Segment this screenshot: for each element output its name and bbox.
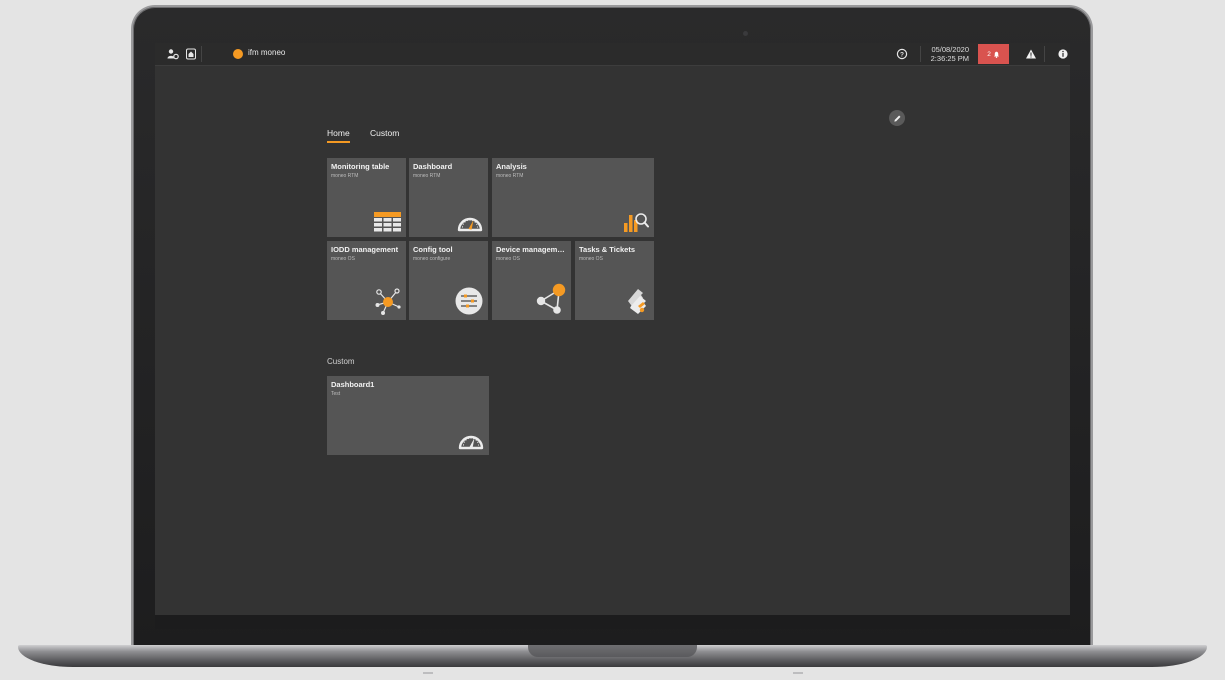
laptop-foot xyxy=(423,672,433,674)
monitoring-table-icon xyxy=(374,212,401,232)
date-text: 05/08/2020 xyxy=(931,45,969,54)
divider xyxy=(201,46,202,62)
tile-subtitle: moneo RTM xyxy=(331,173,359,179)
tile-title: Config tool xyxy=(413,245,453,254)
edit-button[interactable] xyxy=(889,110,905,126)
tile-analysis[interactable]: Analysis moneo RTM xyxy=(492,158,654,237)
help-icon[interactable]: ? xyxy=(896,48,908,60)
tile-tasks-tickets[interactable]: Tasks & Tickets moneo OS xyxy=(575,241,654,320)
laptop-notch xyxy=(528,645,697,657)
section-title-custom: Custom xyxy=(327,357,355,366)
tile-dashboard1[interactable]: Dashboard1 Test xyxy=(327,376,489,455)
divider xyxy=(920,46,921,62)
tile-title: Dashboard xyxy=(413,162,453,171)
tile-monitoring-table[interactable]: Monitoring table moneo RTM xyxy=(327,158,406,237)
tile-subtitle: moneo OS xyxy=(331,256,355,262)
tile-subtitle: Test xyxy=(331,391,341,397)
top-bar: ifm moneo ? 05/08/2020 2:36:25 PM 2 xyxy=(155,43,1070,66)
tile-subtitle: moneo OS xyxy=(579,256,603,262)
tile-device-management[interactable]: Device manageme... moneo OS xyxy=(492,241,571,320)
iodd-network-icon xyxy=(375,288,401,315)
tab-home[interactable]: Home xyxy=(327,128,350,143)
pencil-icon xyxy=(893,115,900,122)
tab-custom[interactable]: Custom xyxy=(370,128,399,138)
app-title[interactable]: ifm moneo xyxy=(248,48,285,57)
notification-count: 2 xyxy=(987,50,991,58)
tile-iodd-management[interactable]: IODD management moneo OS xyxy=(327,241,406,320)
info-icon[interactable] xyxy=(1057,48,1069,60)
tile-subtitle: moneo configure xyxy=(413,256,451,262)
tile-title: Monitoring table xyxy=(331,162,390,171)
tile-subtitle: moneo OS xyxy=(496,256,520,262)
tile-title: IODD management xyxy=(331,245,399,254)
tile-title: Tasks & Tickets xyxy=(579,245,636,254)
warning-icon[interactable] xyxy=(1025,48,1037,60)
tile-dashboard[interactable]: Dashboard moneo RTM xyxy=(409,158,488,237)
device-share-icon xyxy=(536,283,566,314)
app-screen: ifm moneo ? 05/08/2020 2:36:25 PM 2 Home… xyxy=(155,43,1070,615)
tile-subtitle: moneo RTM xyxy=(496,173,524,179)
analysis-chart-icon xyxy=(624,213,649,232)
camera xyxy=(743,31,748,36)
laptop-foot xyxy=(793,672,803,674)
tile-title: Device manageme... xyxy=(496,245,567,254)
tile-title: Analysis xyxy=(496,162,527,171)
config-sliders-icon xyxy=(455,287,483,315)
divider xyxy=(1044,46,1045,62)
tile-config-tool[interactable]: Config tool moneo configure xyxy=(409,241,488,320)
app-logo-icon xyxy=(233,49,243,59)
gauge-icon xyxy=(458,435,484,450)
bell-icon xyxy=(993,51,999,58)
home-icon[interactable] xyxy=(185,48,197,60)
gauge-icon xyxy=(457,217,483,232)
svg-text:?: ? xyxy=(900,51,904,58)
user-settings-icon[interactable] xyxy=(167,48,179,60)
time-text: 2:36:25 PM xyxy=(930,54,969,63)
notification-button[interactable]: 2 xyxy=(978,44,1009,64)
tile-title: Dashboard1 xyxy=(331,380,375,389)
tickets-icon xyxy=(628,289,646,314)
datetime-display: 05/08/2020 2:36:25 PM xyxy=(925,45,969,63)
tile-subtitle: moneo RTM xyxy=(413,173,441,179)
screen-bezel xyxy=(155,615,1070,629)
